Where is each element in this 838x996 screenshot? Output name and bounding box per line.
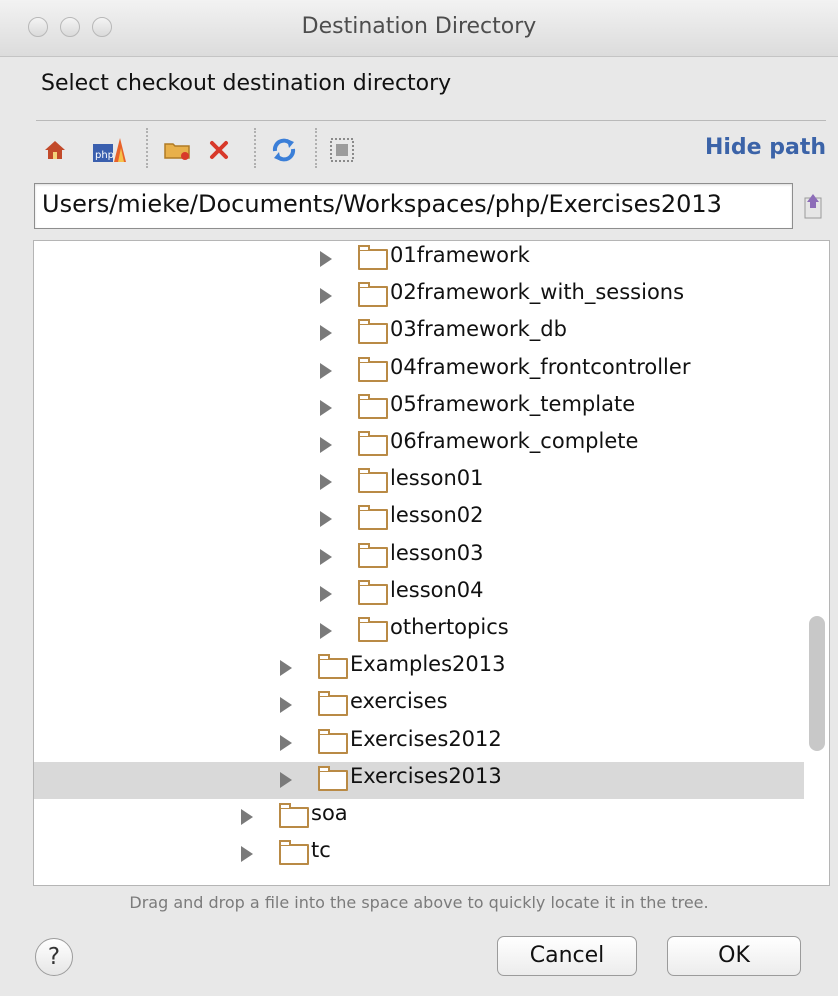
disclosure-triangle-icon[interactable] <box>241 809 253 825</box>
tree-row[interactable]: Exercises2013 <box>34 761 804 799</box>
disclosure-triangle-icon[interactable] <box>320 251 332 267</box>
folder-label: 06framework_complete <box>390 429 639 453</box>
folder-label: exercises <box>350 689 448 714</box>
folder-label: lesson04 <box>390 577 484 602</box>
new-folder-icon[interactable] <box>161 133 195 167</box>
tree-row[interactable]: othertopics <box>34 613 804 650</box>
folder-label: tc <box>311 838 331 863</box>
ok-button[interactable]: OK <box>667 936 801 976</box>
disclosure-triangle-icon[interactable] <box>320 511 332 528</box>
folder-label: lesson03 <box>390 540 484 565</box>
disclosure-triangle-icon[interactable] <box>241 846 253 863</box>
disclosure-triangle-icon[interactable] <box>320 399 332 416</box>
folder-icon <box>358 245 388 270</box>
svg-text:php: php <box>95 150 114 161</box>
folder-label: Exercises2013 <box>350 763 502 788</box>
folder-icon <box>358 319 388 345</box>
delete-icon[interactable] <box>204 133 234 167</box>
cancel-button[interactable]: Cancel <box>497 936 637 976</box>
window-title: Destination Directory <box>301 14 537 39</box>
tree-row[interactable]: 06framework_complete <box>34 427 804 464</box>
disclosure-triangle-icon[interactable] <box>320 474 332 491</box>
tree-row[interactable]: lesson04 <box>34 576 804 613</box>
toolbar-separator <box>254 128 256 168</box>
folder-icon <box>318 765 348 791</box>
disclosure-triangle-icon[interactable] <box>280 734 292 751</box>
tree-row[interactable]: 04framework_frontcontroller <box>34 353 804 390</box>
folder-icon <box>358 356 388 382</box>
folder-label: 01framework <box>390 243 530 267</box>
folder-label: 02framework_with_sessions <box>390 280 685 305</box>
disclosure-triangle-icon[interactable] <box>320 362 332 379</box>
tree-scrollbar[interactable] <box>809 616 825 751</box>
folder-icon <box>358 393 388 419</box>
folder-icon <box>358 468 388 494</box>
path-input[interactable]: Users/mieke/Documents/Workspaces/php/Exe… <box>34 183 793 229</box>
folder-label: Examples2013 <box>350 652 506 677</box>
dialog-header: Select checkout destination directory <box>41 71 452 96</box>
folder-label: Exercises2012 <box>350 726 502 751</box>
show-hidden-icon[interactable] <box>325 133 359 167</box>
tree-row[interactable]: exercises <box>34 687 804 724</box>
tree-row[interactable]: 02framework_with_sessions <box>34 278 804 315</box>
folder-icon <box>358 542 388 568</box>
folder-label: 03framework_db <box>390 317 567 342</box>
folder-icon <box>358 617 388 642</box>
folder-icon <box>279 803 309 828</box>
tree-row[interactable]: lesson01 <box>34 464 804 501</box>
folder-label: lesson02 <box>390 503 484 528</box>
tree-row[interactable]: tc <box>34 836 804 873</box>
hide-path-link[interactable]: Hide path <box>705 135 826 160</box>
drag-drop-hint: Drag and drop a file into the space abov… <box>129 893 709 912</box>
tree-row[interactable]: lesson02 <box>34 501 804 538</box>
folder-icon <box>318 691 348 717</box>
folder-icon <box>318 654 348 680</box>
folder-icon <box>318 728 348 754</box>
toolbar-separator <box>315 128 317 168</box>
folder-label: 05framework_template <box>390 391 636 416</box>
folder-label: soa <box>311 801 348 825</box>
home-icon[interactable] <box>40 133 70 167</box>
tree-row[interactable]: 05framework_template <box>34 390 804 427</box>
tree-row[interactable]: soa <box>34 799 804 836</box>
php-project-icon[interactable]: php <box>90 133 130 167</box>
folder-label: 04framework_frontcontroller <box>390 354 691 379</box>
tree-row[interactable]: 01framework <box>34 241 804 278</box>
disclosure-triangle-icon[interactable] <box>320 623 332 639</box>
tree-row[interactable]: lesson03 <box>34 539 804 576</box>
disclosure-triangle-icon[interactable] <box>320 288 332 305</box>
folder-icon <box>358 431 388 456</box>
title-bar: Destination Directory <box>0 0 838 57</box>
recent-paths-icon[interactable] <box>799 189 827 223</box>
disclosure-triangle-icon[interactable] <box>320 548 332 565</box>
disclosure-triangle-icon[interactable] <box>280 771 292 788</box>
disclosure-triangle-icon[interactable] <box>320 325 332 342</box>
folder-icon <box>358 505 388 531</box>
folder-icon <box>358 282 388 308</box>
folder-icon <box>279 840 309 866</box>
disclosure-triangle-icon[interactable] <box>320 585 332 602</box>
folder-label: othertopics <box>390 615 509 639</box>
disclosure-triangle-icon[interactable] <box>320 437 332 453</box>
tree-row[interactable]: Examples2013 <box>34 650 804 687</box>
toolbar-separator <box>146 128 148 168</box>
tree-row[interactable]: Exercises2012 <box>34 725 804 762</box>
folder-label: lesson01 <box>390 466 484 491</box>
tree-row[interactable]: 03framework_db <box>34 315 804 352</box>
disclosure-triangle-icon[interactable] <box>280 697 292 714</box>
refresh-icon[interactable] <box>267 133 301 167</box>
disclosure-triangle-icon[interactable] <box>280 660 292 677</box>
header-separator <box>36 120 826 121</box>
directory-tree[interactable]: 01framework 02framework_with_sessions 03fr… <box>33 240 830 886</box>
folder-icon <box>358 579 388 605</box>
help-button[interactable]: ? <box>35 938 73 976</box>
